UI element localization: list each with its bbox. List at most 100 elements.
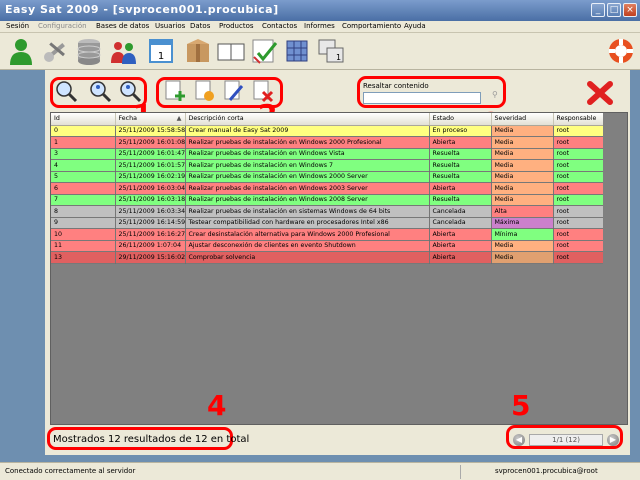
cell-fecha: 25/11/2009 16:01:57 bbox=[115, 159, 186, 172]
menu-bar: Sesión Configuración Bases de datos Usua… bbox=[0, 21, 640, 33]
cell-id: 10 bbox=[51, 228, 116, 241]
cell-descripcion: Realizar pruebas de instalación en Windo… bbox=[185, 194, 430, 206]
table-row[interactable]: 6 25/11/2009 16:03:04 Realizar pruebas de … bbox=[51, 182, 605, 195]
highlight-filter: Resaltar contenido bbox=[363, 80, 493, 108]
table-row[interactable]: 7 25/11/2009 16:03:18 Realizar pruebas de … bbox=[51, 194, 605, 206]
cell-fecha: 25/11/2009 16:01:47 bbox=[115, 148, 186, 160]
close-window-button[interactable]: × bbox=[623, 3, 637, 17]
database-icon[interactable] bbox=[74, 35, 104, 67]
col-fecha[interactable]: Fecha ▲ bbox=[115, 113, 186, 126]
network-icon[interactable] bbox=[282, 35, 312, 67]
table-row[interactable]: 11 26/11/2009 1:07:04 Ajustar desconexión … bbox=[51, 240, 605, 252]
table-row[interactable]: 1 25/11/2009 16:01:08 Realizar pruebas de … bbox=[51, 136, 605, 149]
cell-id: 13 bbox=[51, 251, 116, 264]
menu-comportamiento[interactable]: Comportamiento bbox=[342, 22, 401, 30]
edit-icon[interactable] bbox=[193, 78, 217, 104]
cell-fecha: 25/11/2009 16:03:18 bbox=[115, 194, 186, 206]
cell-id: 0 bbox=[51, 125, 116, 137]
cell-estado: Abierta bbox=[429, 240, 492, 252]
cell-estado: Resuelta bbox=[429, 194, 492, 206]
menu-informes[interactable]: Informes bbox=[304, 22, 335, 30]
windows-icon[interactable]: 1 bbox=[316, 35, 346, 67]
pencil-icon[interactable] bbox=[222, 78, 246, 104]
table-row[interactable]: 4 25/11/2009 16:01:57 Realizar pruebas de … bbox=[51, 159, 605, 172]
prev-page-button[interactable]: ◀ bbox=[513, 434, 525, 446]
main-toolbar: 1 1 bbox=[0, 33, 640, 70]
next-page-button[interactable]: ▶ bbox=[607, 434, 619, 446]
col-id[interactable]: Id bbox=[51, 113, 116, 126]
cell-descripcion: Realizar pruebas de instalación en Windo… bbox=[185, 159, 430, 172]
cell-severidad: Media bbox=[491, 148, 554, 160]
vertical-scroll-area bbox=[603, 113, 627, 424]
menu-configuracion[interactable]: Configuración bbox=[38, 22, 87, 30]
table-row[interactable]: 10 25/11/2009 16:16:27 Crear desinstalació… bbox=[51, 228, 605, 241]
cell-id: 8 bbox=[51, 205, 116, 218]
add-icon[interactable] bbox=[163, 78, 187, 104]
menu-productos[interactable]: Productos bbox=[219, 22, 254, 30]
table-row[interactable]: 13 29/11/2009 15:16:02 Comprobar solvencia… bbox=[51, 251, 605, 264]
menu-ayuda[interactable]: Ayuda bbox=[404, 22, 426, 30]
session-user: svprocen001.procubica@root bbox=[495, 467, 598, 475]
menu-sesion[interactable]: Sesión bbox=[6, 22, 29, 30]
menu-bases-de-datos[interactable]: Bases de datos bbox=[96, 22, 149, 30]
box-icon[interactable] bbox=[183, 35, 213, 67]
cell-responsable: root bbox=[553, 205, 605, 218]
cell-descripcion: Realizar pruebas de instalación en siste… bbox=[185, 205, 430, 218]
cell-responsable: root bbox=[553, 125, 605, 137]
col-estado[interactable]: Estado bbox=[429, 113, 492, 126]
menu-usuarios[interactable]: Usuarios bbox=[155, 22, 185, 30]
col-severidad[interactable]: Severidad bbox=[491, 113, 554, 126]
cell-severidad: Alta bbox=[491, 205, 554, 218]
cell-responsable: root bbox=[553, 217, 605, 229]
table-row[interactable]: 8 25/11/2009 16:03:34 Realizar pruebas de … bbox=[51, 205, 605, 218]
menu-contactos[interactable]: Contactos bbox=[262, 22, 297, 30]
cell-descripcion: Testear compatibilidad con hardware en p… bbox=[185, 217, 430, 229]
maximize-button[interactable]: □ bbox=[607, 3, 621, 17]
cell-descripcion: Ajustar desconexión de clientes en event… bbox=[185, 240, 430, 252]
cell-descripcion: Crear desinstalación alternativa para Wi… bbox=[185, 228, 430, 241]
cell-estado: Cancelada bbox=[429, 205, 492, 218]
cell-descripcion: Realizar pruebas de instalación en Windo… bbox=[185, 182, 430, 195]
calendar-icon[interactable]: 1 bbox=[146, 35, 176, 67]
cell-estado: Resuelta bbox=[429, 159, 492, 172]
cell-id: 4 bbox=[51, 159, 116, 172]
highlight-search-icon[interactable]: ⚲ bbox=[492, 90, 498, 99]
menu-datos[interactable]: Datos bbox=[190, 22, 210, 30]
cell-id: 7 bbox=[51, 194, 116, 206]
users-icon[interactable] bbox=[108, 35, 138, 67]
svg-text:1: 1 bbox=[336, 53, 341, 62]
col-responsable[interactable]: Responsable bbox=[553, 113, 605, 126]
search-user-icon[interactable] bbox=[88, 78, 112, 104]
cell-responsable: root bbox=[553, 182, 605, 195]
table-row[interactable]: 0 25/11/2009 15:58:58 Crear manual de Easy… bbox=[51, 125, 605, 137]
table-row[interactable]: 9 25/11/2009 16:14:59 Testear compatibilid… bbox=[51, 217, 605, 229]
cell-fecha: 25/11/2009 16:03:04 bbox=[115, 182, 186, 195]
cell-severidad: Media bbox=[491, 125, 554, 137]
cell-descripcion: Realizar pruebas de instalación en Windo… bbox=[185, 171, 430, 183]
book-icon[interactable] bbox=[216, 35, 246, 67]
highlight-input[interactable] bbox=[363, 92, 481, 104]
cell-estado: Abierta bbox=[429, 136, 492, 149]
cell-descripcion: Realizar pruebas de instalación en Windo… bbox=[185, 136, 430, 149]
cell-responsable: root bbox=[553, 136, 605, 149]
svg-text:1: 1 bbox=[158, 51, 164, 62]
minimize-button[interactable]: _ bbox=[591, 3, 605, 17]
tools-icon[interactable] bbox=[40, 35, 70, 67]
action-bar: 1 2 Resaltar contenido ⚲ 3 bbox=[45, 70, 630, 139]
user-icon[interactable] bbox=[6, 35, 36, 67]
close-panel-icon[interactable] bbox=[586, 80, 614, 106]
left-margin bbox=[0, 70, 45, 462]
col-descripcion[interactable]: Descripción corta bbox=[185, 113, 430, 126]
help-lifebuoy-icon[interactable] bbox=[606, 35, 636, 67]
cell-descripcion: Comprobar solvencia bbox=[185, 251, 430, 264]
cell-severidad: Máxima bbox=[491, 217, 554, 229]
cell-estado: Abierta bbox=[429, 251, 492, 264]
cell-severidad: Mínima bbox=[491, 228, 554, 241]
table-row[interactable]: 3 25/11/2009 16:01:47 Realizar pruebas de … bbox=[51, 148, 605, 160]
incidents-table: Id Fecha ▲ Descripción corta Estado Sever… bbox=[50, 112, 628, 425]
cell-id: 1 bbox=[51, 136, 116, 149]
cell-severidad: Media bbox=[491, 194, 554, 206]
search-icon[interactable] bbox=[54, 78, 78, 104]
table-row[interactable]: 5 25/11/2009 16:02:19 Realizar pruebas de … bbox=[51, 171, 605, 183]
checklist-icon[interactable] bbox=[250, 35, 280, 67]
